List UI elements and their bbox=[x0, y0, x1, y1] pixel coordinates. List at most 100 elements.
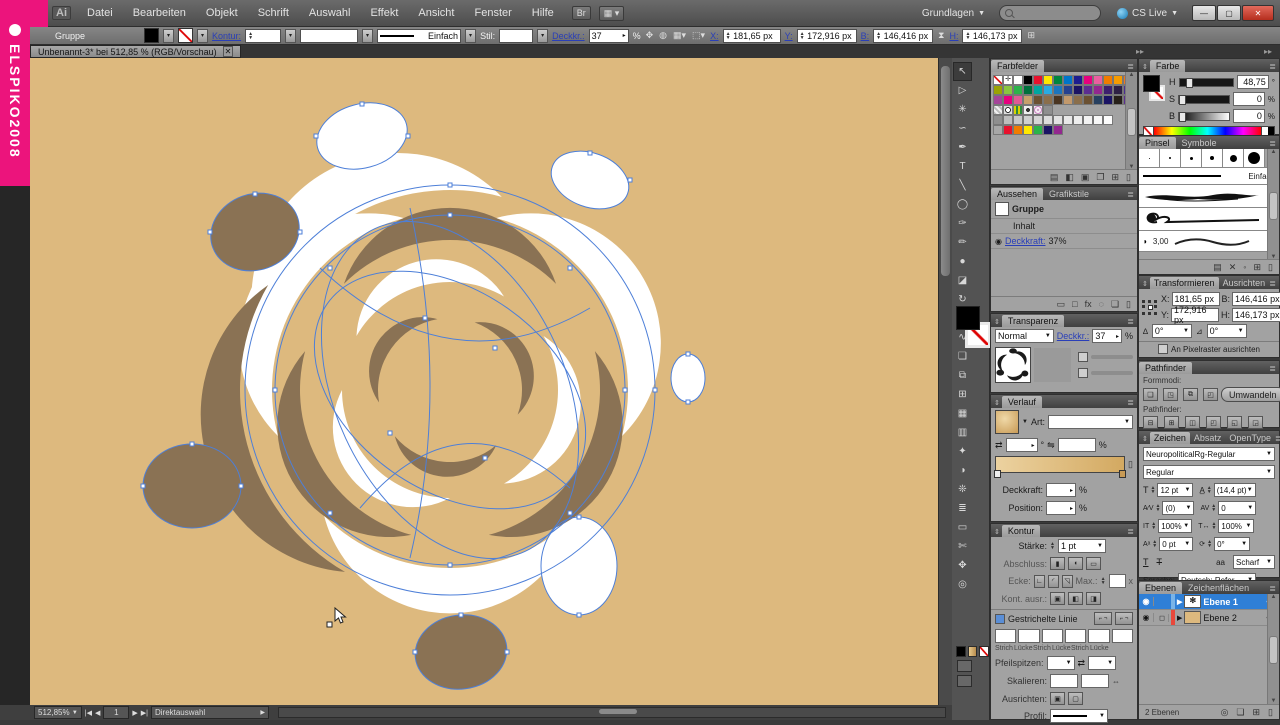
tab-ebenen[interactable]: Ebenen bbox=[1139, 582, 1182, 594]
swatch[interactable] bbox=[993, 105, 1003, 115]
reverse-gradient-icon[interactable]: ⇄ bbox=[995, 440, 1003, 451]
menu-fenster[interactable]: Fenster bbox=[464, 7, 521, 19]
menu-ansicht[interactable]: Ansicht bbox=[408, 7, 464, 19]
underline-icon[interactable]: T bbox=[1143, 557, 1149, 567]
stroke-panel-link[interactable]: Kontur: bbox=[212, 31, 241, 41]
anchor-point[interactable] bbox=[628, 178, 632, 182]
anchor-point[interactable] bbox=[423, 316, 427, 320]
appearance-contents-row[interactable]: Inhalt bbox=[991, 219, 1137, 234]
pen-tool[interactable]: ✒ bbox=[953, 138, 972, 157]
anchor-point[interactable] bbox=[448, 563, 452, 567]
swatch[interactable] bbox=[1073, 75, 1083, 85]
panel-menu-icon[interactable]: ≣ bbox=[1127, 398, 1137, 408]
stroke-dropdown[interactable]: ▾ bbox=[197, 29, 208, 43]
artboard-number[interactable]: 1 bbox=[103, 706, 129, 719]
width-label[interactable]: B: bbox=[861, 31, 870, 41]
opacity-link[interactable]: Deckkr.: bbox=[1057, 331, 1090, 341]
bevel-join-button[interactable]: ◹ bbox=[1062, 575, 1073, 588]
delete-swatch-icon[interactable]: ▯ bbox=[1126, 172, 1131, 183]
swatch[interactable] bbox=[1043, 75, 1053, 85]
anchor-point[interactable] bbox=[328, 266, 332, 270]
swap-arrowheads-icon[interactable]: ⇄ bbox=[1078, 658, 1086, 669]
tab-transparenz[interactable]: Transparenz bbox=[1002, 315, 1064, 327]
tab-pathfinder[interactable]: Pathfinder bbox=[1139, 362, 1192, 374]
charcoal-brush-row[interactable] bbox=[1139, 185, 1279, 208]
shape-builder-tool[interactable]: ⧉ bbox=[953, 366, 972, 385]
blend-mode-select[interactable]: Normal ▼ bbox=[995, 329, 1054, 343]
butt-cap-button[interactable]: ▮ bbox=[1050, 557, 1065, 570]
shape-mode-button-2[interactable]: ⧉ bbox=[1183, 388, 1198, 401]
screen-mode-button[interactable] bbox=[957, 675, 972, 687]
anchor-point[interactable] bbox=[448, 213, 452, 217]
anchor-point[interactable] bbox=[406, 134, 410, 138]
brightness-knob[interactable] bbox=[1179, 112, 1186, 122]
menu-objekt[interactable]: Objekt bbox=[196, 7, 248, 19]
swatch[interactable] bbox=[1093, 75, 1103, 85]
style-dropdown[interactable]: ▾ bbox=[537, 29, 548, 43]
gradient-button[interactable] bbox=[968, 646, 978, 657]
swatch[interactable] bbox=[1063, 85, 1073, 95]
object-thumbnail[interactable] bbox=[995, 347, 1031, 383]
antialias-select[interactable]: Scharf▼ bbox=[1233, 555, 1275, 569]
document-tab[interactable]: Unbenannt-3* bei 512,85 % (RGB/Vorschau)… bbox=[30, 45, 241, 58]
remove-brush-stroke-icon[interactable]: ✕ bbox=[1229, 262, 1237, 273]
swatch[interactable] bbox=[1093, 85, 1103, 95]
tab-farbfelder[interactable]: Farbfelder bbox=[991, 60, 1044, 72]
brush-dropdown[interactable]: ▾ bbox=[465, 29, 476, 43]
column-graph-tool[interactable]: ≣ bbox=[953, 499, 972, 518]
appearance-item-row[interactable]: Gruppe bbox=[991, 200, 1137, 219]
rotate-select[interactable]: 0°▼ bbox=[1152, 324, 1192, 338]
dash-field-3[interactable] bbox=[1088, 629, 1109, 643]
fill-chip[interactable] bbox=[1143, 75, 1160, 92]
type-tool[interactable]: T bbox=[953, 157, 972, 176]
minimize-button[interactable]: — bbox=[1192, 5, 1216, 21]
isolate-icon[interactable]: ✥ bbox=[645, 30, 655, 41]
fill-color-box[interactable] bbox=[956, 306, 980, 330]
gradient-thumbnail[interactable] bbox=[995, 410, 1019, 434]
make-clipping-mask-icon[interactable]: ◎ bbox=[1221, 707, 1229, 718]
anchor-point[interactable] bbox=[208, 230, 212, 234]
slice-tool[interactable]: ✄ bbox=[953, 537, 972, 556]
swatch[interactable] bbox=[1053, 125, 1063, 135]
calligraphic-brush[interactable] bbox=[1244, 149, 1265, 167]
color-button[interactable] bbox=[956, 646, 966, 657]
hand-tool[interactable]: ✥ bbox=[953, 556, 972, 575]
dash-field-1[interactable] bbox=[995, 629, 1016, 643]
vertical-scale-select[interactable]: 100%▼ bbox=[1158, 519, 1192, 533]
anchor-point[interactable] bbox=[568, 266, 572, 270]
swatch[interactable] bbox=[1043, 115, 1053, 125]
expand-button[interactable]: Umwandeln bbox=[1221, 387, 1280, 402]
mesh-tool[interactable]: ▦ bbox=[953, 404, 972, 423]
app-logo[interactable]: Ai bbox=[52, 6, 71, 20]
swatch-kinds-icon[interactable]: ◧ bbox=[1065, 172, 1074, 183]
calligraphic-brush[interactable] bbox=[1202, 149, 1223, 167]
opacity-field[interactable]: 37 ▸ bbox=[589, 29, 629, 43]
swatch[interactable] bbox=[1083, 75, 1093, 85]
new-brush-icon[interactable]: ⊞ bbox=[1254, 262, 1262, 273]
anchor-point[interactable] bbox=[253, 192, 257, 196]
wave-brush-row[interactable]: ◗ 3,00 bbox=[1139, 231, 1279, 252]
anchor-point[interactable] bbox=[190, 442, 194, 446]
swatch[interactable] bbox=[1113, 95, 1123, 105]
opacity-link[interactable]: Deckkr.: bbox=[552, 31, 585, 41]
preserve-dash-icon[interactable]: ⌐ ¬ bbox=[1094, 612, 1112, 625]
swatch[interactable] bbox=[1013, 105, 1023, 115]
width-profile-select[interactable]: ▼ bbox=[1050, 709, 1108, 723]
calligraphic-brush[interactable] bbox=[1139, 149, 1160, 167]
align-center-button[interactable]: ▣ bbox=[1050, 592, 1065, 605]
gap-field-2[interactable] bbox=[1065, 629, 1086, 643]
anchor-point[interactable] bbox=[623, 388, 627, 392]
arrange-documents-button[interactable]: ▦ ▾ bbox=[599, 6, 625, 21]
pathfinder-button-3[interactable]: ◰ bbox=[1206, 416, 1221, 429]
strikethrough-icon[interactable]: T bbox=[1157, 557, 1163, 567]
height-field[interactable]: 146,173 px bbox=[1232, 308, 1280, 322]
tab-verlauf[interactable]: Verlauf bbox=[1002, 396, 1042, 408]
swatch[interactable] bbox=[1013, 95, 1023, 105]
swatch[interactable] bbox=[1093, 115, 1103, 125]
anchor-point[interactable] bbox=[298, 230, 302, 234]
font-style-select[interactable]: Regular ▼ bbox=[1143, 465, 1275, 479]
artboard-tool[interactable]: ▭ bbox=[953, 518, 972, 537]
blob-brush-tool[interactable]: ● bbox=[953, 252, 972, 271]
swatch[interactable] bbox=[1043, 95, 1053, 105]
shear-select[interactable]: 0°▼ bbox=[1207, 324, 1247, 338]
